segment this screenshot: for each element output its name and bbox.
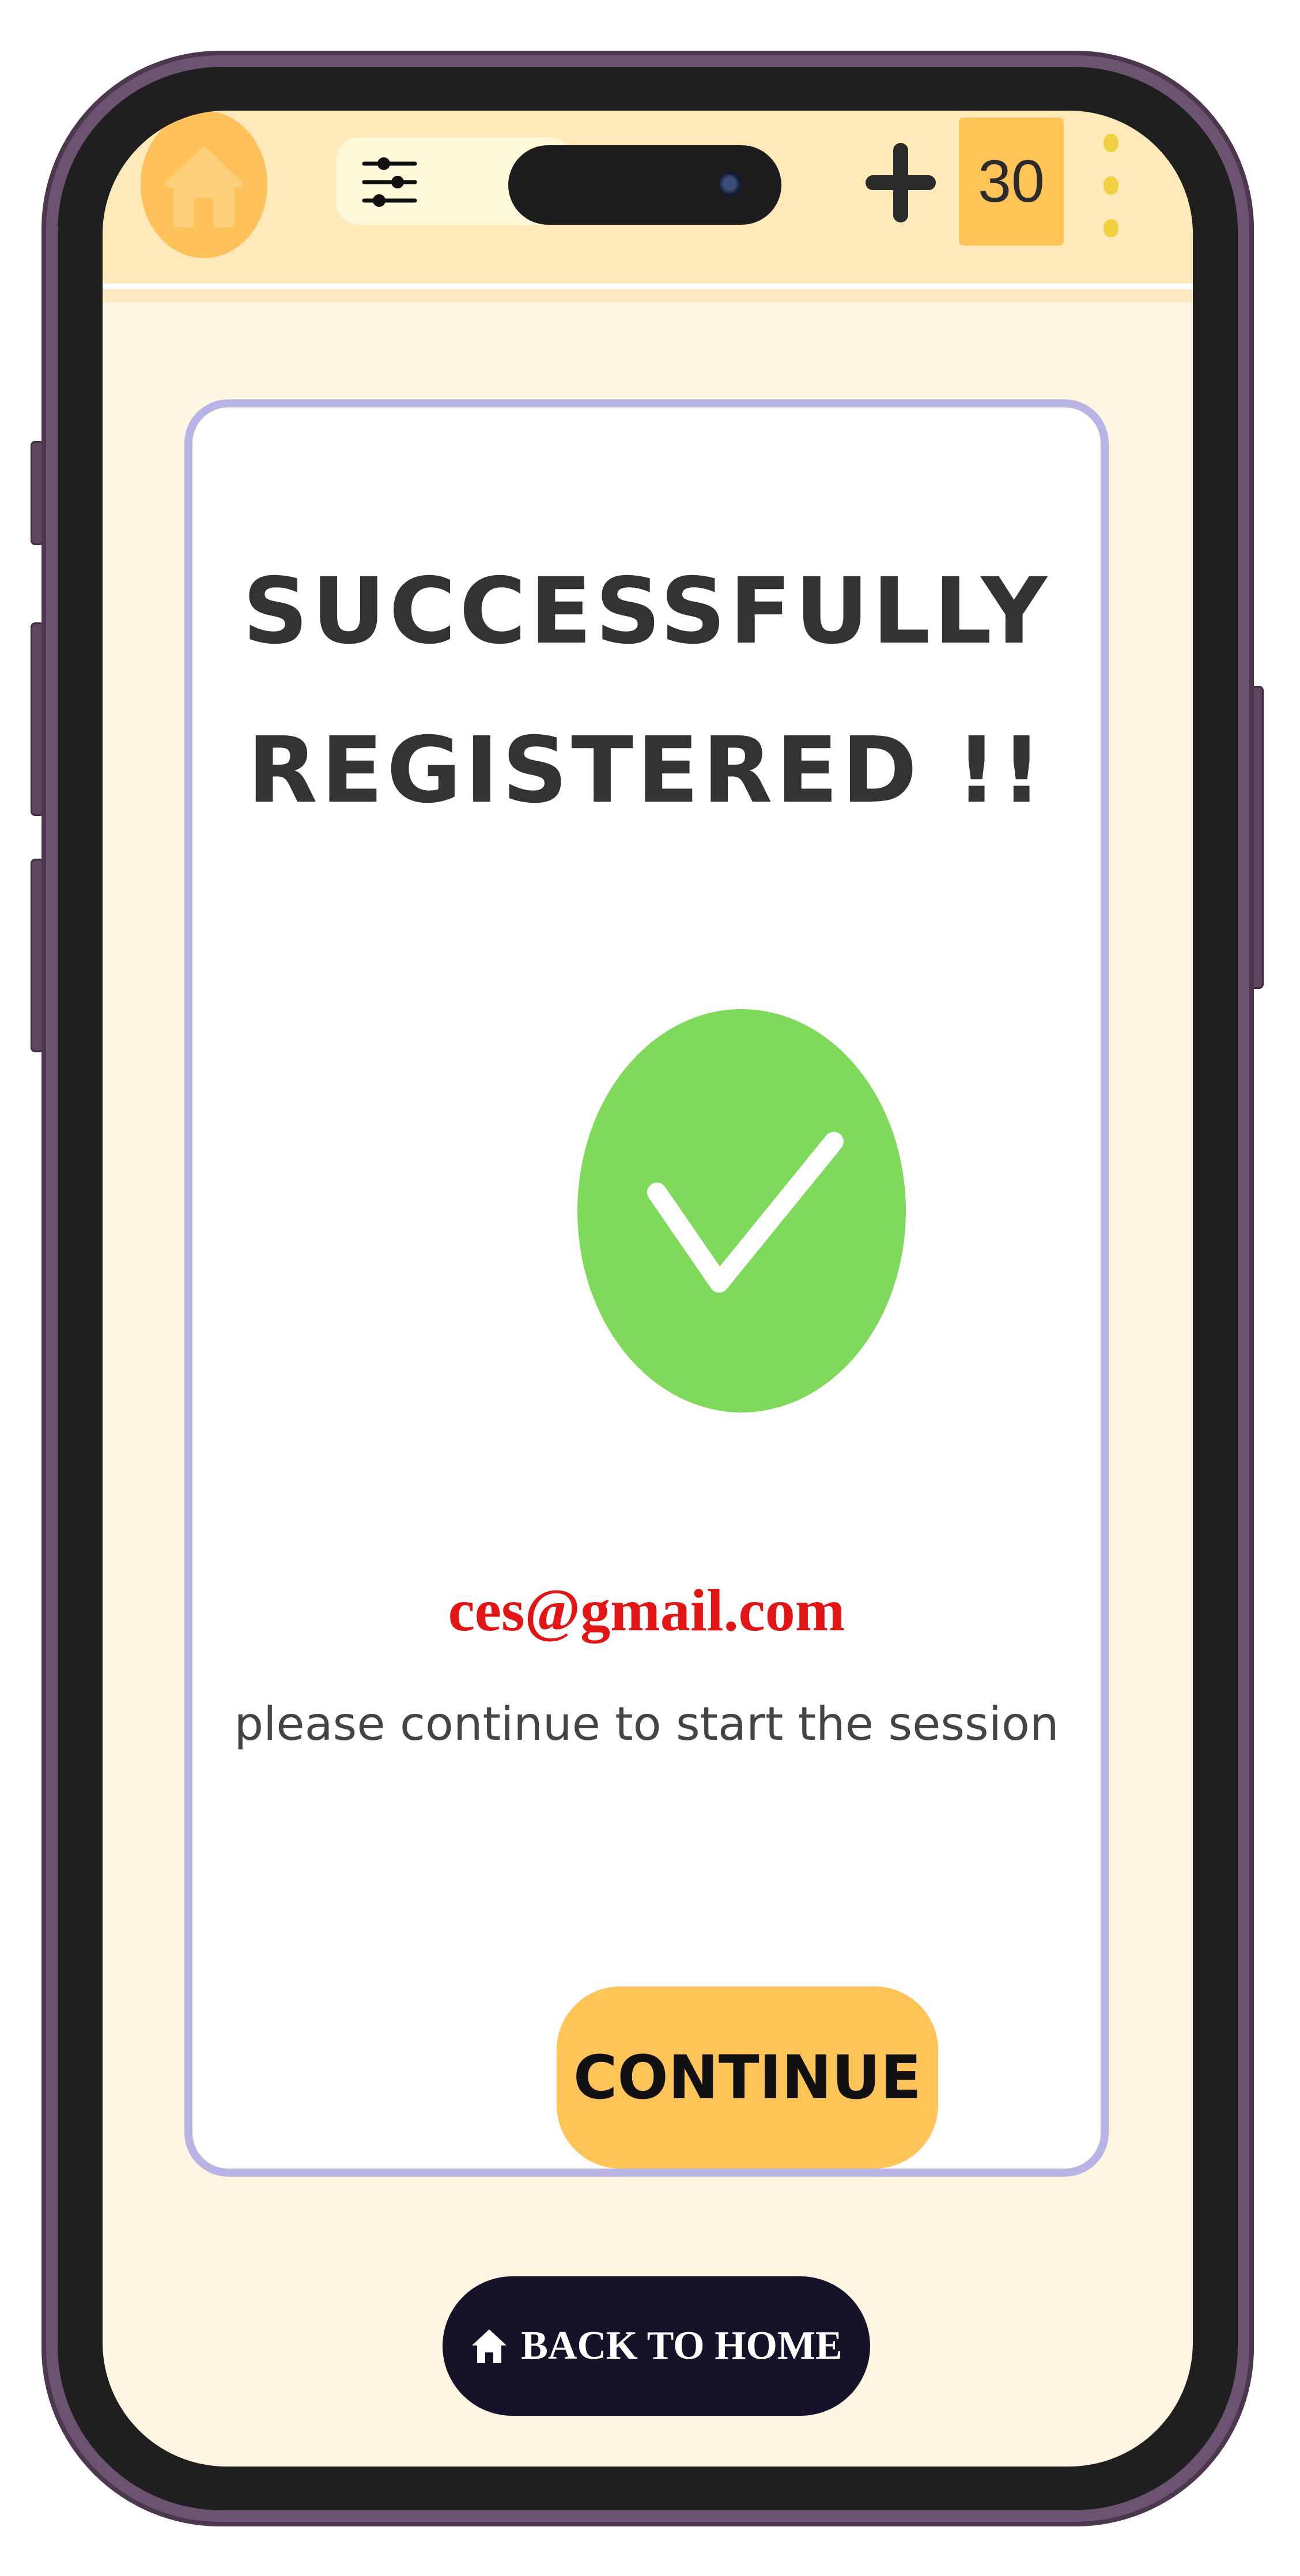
phone-screen: 30 SUCCESSFULLY REGISTERED !! ces@gmail.… [103, 111, 1193, 2467]
front-camera [718, 172, 743, 198]
continue-button[interactable]: CONTINUE [557, 1986, 938, 2169]
home-icon [165, 146, 243, 228]
top-bar-shadow [103, 289, 1193, 302]
sliders-icon[interactable] [361, 153, 418, 211]
stage: 30 SUCCESSFULLY REGISTERED !! ces@gmail.… [0, 0, 1300, 2576]
user-email: ces@gmail.com [448, 1577, 845, 1644]
counter-badge: 30 [959, 118, 1064, 245]
back-to-home-button[interactable]: BACK TO HOME [443, 2276, 870, 2416]
more-vertical-icon[interactable] [1094, 134, 1128, 237]
page-title-line-1: SUCCESSFULLY [243, 558, 1050, 664]
back-to-home-label: BACK TO HOME [521, 2324, 842, 2368]
plus-icon[interactable] [863, 139, 938, 226]
success-card: SUCCESSFULLY REGISTERED !! ces@gmail.com… [184, 399, 1109, 2177]
page-title-line-2: REGISTERED !! [247, 717, 1046, 824]
home-icon [472, 2329, 507, 2363]
continue-message: please continue to start the session [234, 1697, 1059, 1751]
check-circle-icon [577, 1009, 906, 1412]
top-bar-divider [103, 284, 1193, 289]
counter-value: 30 [978, 148, 1045, 215]
home-button[interactable] [141, 111, 267, 258]
